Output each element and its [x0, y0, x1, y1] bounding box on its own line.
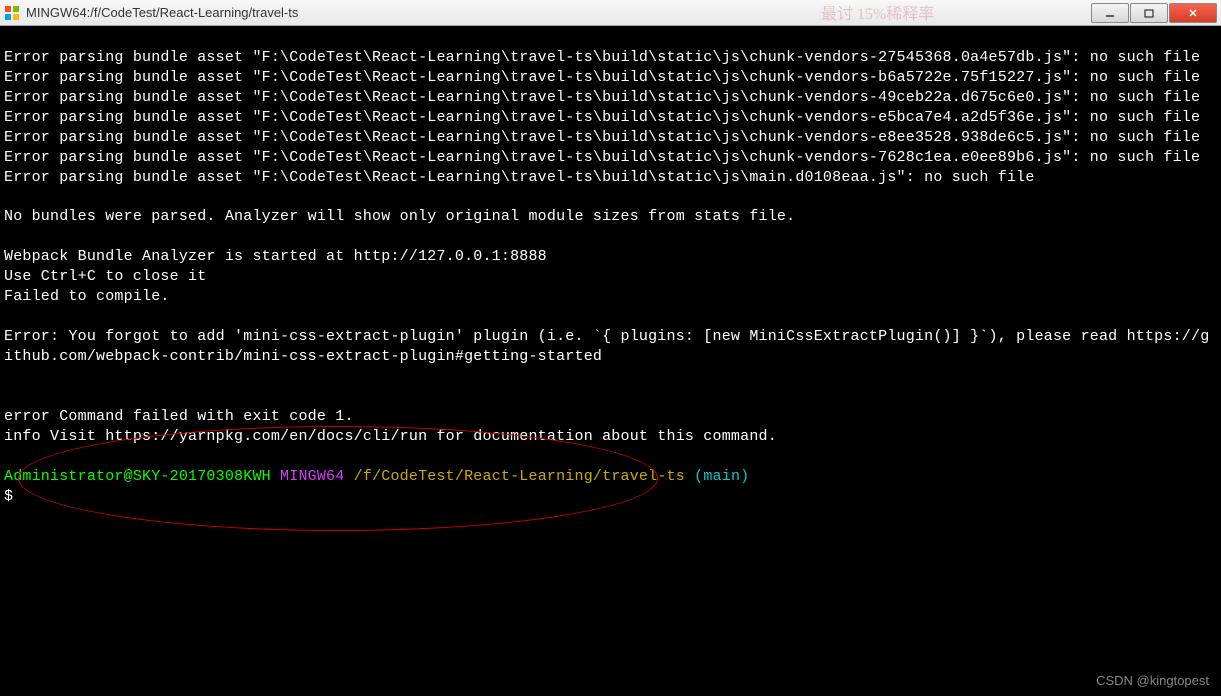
close-button[interactable]	[1169, 3, 1217, 23]
error-line: Error parsing bundle asset "F:\CodeTest\…	[4, 169, 1035, 186]
info-line: Webpack Bundle Analyzer is started at ht…	[4, 248, 547, 265]
terminal-output[interactable]: Error parsing bundle asset "F:\CodeTest\…	[0, 26, 1221, 548]
prompt-cursor[interactable]: $	[4, 488, 13, 505]
prompt-host: MINGW64	[280, 468, 344, 485]
error-line: Error parsing bundle asset "F:\CodeTest\…	[4, 89, 1200, 106]
app-icon	[4, 5, 20, 21]
info-line: Use Ctrl+C to close it	[4, 268, 206, 285]
minimize-button[interactable]	[1091, 3, 1129, 23]
window-controls	[1091, 3, 1217, 23]
info-line: info Visit https://yarnpkg.com/en/docs/c…	[4, 428, 777, 445]
window-titlebar: MINGW64:/f/CodeTest/React-Learning/trave…	[0, 0, 1221, 26]
prompt-line: Administrator@SKY-20170308KWH MINGW64 /f…	[4, 468, 749, 485]
error-line: Error parsing bundle asset "F:\CodeTest\…	[4, 109, 1200, 126]
watermark: CSDN @kingtopest	[1096, 673, 1209, 688]
error-line: Error parsing bundle asset "F:\CodeTest\…	[4, 149, 1200, 166]
prompt-user: Administrator@SKY-20170308KWH	[4, 468, 271, 485]
error-line: Error parsing bundle asset "F:\CodeTest\…	[4, 49, 1200, 66]
window-title: MINGW64:/f/CodeTest/React-Learning/trave…	[26, 5, 1091, 20]
main-error-line: Error: You forgot to add 'mini-css-extra…	[4, 328, 1209, 365]
error-line: Error parsing bundle asset "F:\CodeTest\…	[4, 129, 1200, 146]
maximize-button[interactable]	[1130, 3, 1168, 23]
error-line: Error parsing bundle asset "F:\CodeTest\…	[4, 69, 1200, 86]
error-line: error Command failed with exit code 1.	[4, 408, 354, 425]
info-line: Failed to compile.	[4, 288, 170, 305]
prompt-branch: (main)	[694, 468, 749, 485]
prompt-path: /f/CodeTest/React-Learning/travel-ts	[354, 468, 685, 485]
info-line: No bundles were parsed. Analyzer will sh…	[4, 208, 795, 225]
